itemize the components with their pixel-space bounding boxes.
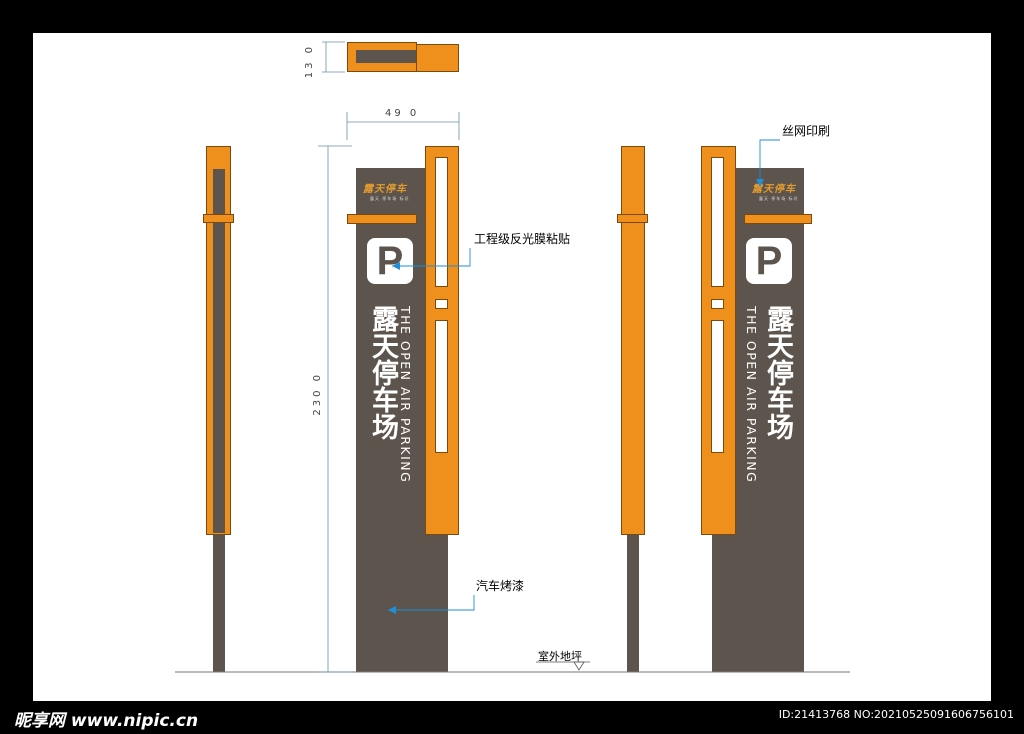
- dimension-height: 230 0: [312, 372, 323, 416]
- annotation-ground: 室外地坪: [538, 650, 582, 663]
- annotation-screen-print: 丝网印刷: [782, 124, 831, 138]
- dimension-width: 49 0: [385, 108, 420, 119]
- footer-image-id: ID:21413768 NO:20210525091606756101: [778, 708, 1014, 721]
- footer-site-watermark: 昵享网 www.nipic.cn: [14, 711, 199, 731]
- annotation-reflective-film: 工程级反光膜粘贴: [474, 232, 571, 246]
- annotation-car-paint: 汽车烤漆: [476, 579, 525, 593]
- dimension-lines: [175, 41, 850, 673]
